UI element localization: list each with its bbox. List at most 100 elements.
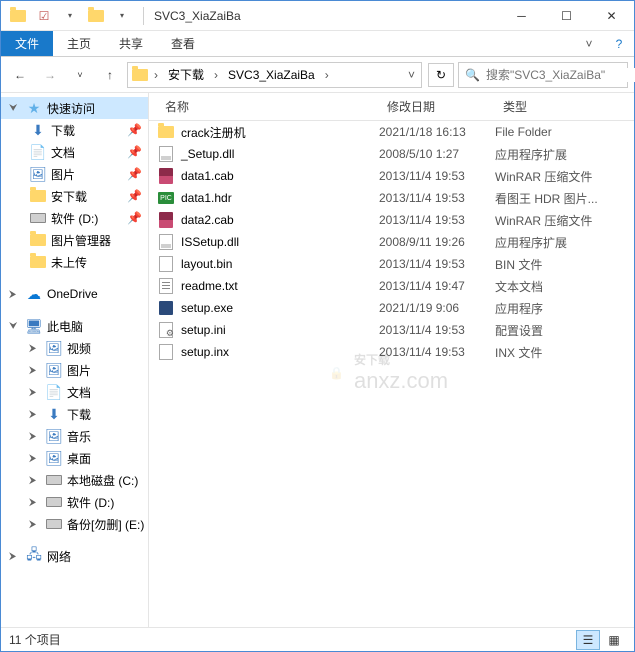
breadcrumb-chevron-icon[interactable]: › bbox=[210, 63, 222, 87]
tree-item[interactable]: ⬇下载📌 bbox=[1, 119, 148, 141]
search-icon: 🔍 bbox=[465, 68, 480, 82]
tree-item[interactable]: ⮞🖼图片 bbox=[1, 359, 148, 381]
tree-label: 本地磁盘 (C:) bbox=[67, 472, 138, 489]
tab-file[interactable]: 文件 bbox=[1, 31, 53, 56]
maximize-button[interactable]: ☐ bbox=[544, 1, 589, 31]
back-button[interactable]: ← bbox=[7, 62, 33, 88]
expand-icon[interactable]: ⮞ bbox=[29, 453, 41, 464]
search-input[interactable] bbox=[486, 68, 635, 82]
tree-quick-access[interactable]: ⮟ ★ 快速访问 bbox=[1, 97, 148, 119]
img-icon: 🖼 bbox=[45, 427, 63, 445]
column-type[interactable]: 类型 bbox=[495, 93, 634, 120]
tree-item[interactable]: 📄文档📌 bbox=[1, 141, 148, 163]
file-type: WinRAR 压缩文件 bbox=[495, 212, 634, 229]
dll-icon bbox=[157, 233, 175, 251]
lock-icon: 🔒 bbox=[329, 366, 344, 380]
pin-icon: 📌 bbox=[127, 145, 148, 159]
expand-icon[interactable]: ⮞ bbox=[29, 365, 41, 376]
close-button[interactable]: ✕ bbox=[589, 1, 634, 31]
breadcrumb-root-chevron-icon[interactable]: › bbox=[150, 63, 162, 87]
file-date: 2021/1/19 9:06 bbox=[379, 301, 495, 315]
file-row[interactable]: data2.cab2013/11/4 19:53WinRAR 压缩文件 bbox=[149, 209, 634, 231]
tree-label: 文档 bbox=[51, 144, 75, 161]
file-row[interactable]: PICdata1.hdr2013/11/4 19:53看图王 HDR 图片... bbox=[149, 187, 634, 209]
help-icon[interactable]: ? bbox=[604, 31, 634, 56]
file-row[interactable]: _Setup.dll2008/5/10 1:27应用程序扩展 bbox=[149, 143, 634, 165]
view-icons-button[interactable]: ▦ bbox=[602, 630, 626, 650]
pic-icon: PIC bbox=[157, 189, 175, 207]
qat-dropdown-icon[interactable]: ▾ bbox=[59, 5, 81, 27]
collapse-icon[interactable]: ⮟ bbox=[9, 103, 21, 114]
expand-icon[interactable]: ⮞ bbox=[9, 289, 21, 300]
address-dropdown-icon[interactable]: ˅ bbox=[404, 63, 419, 87]
expand-icon[interactable]: ⮞ bbox=[29, 519, 41, 530]
expand-icon[interactable]: ⮞ bbox=[29, 409, 41, 420]
minimize-button[interactable]: ─ bbox=[499, 1, 544, 31]
ribbon-expand-icon[interactable]: ˅ bbox=[574, 31, 604, 56]
up-button[interactable]: ↑ bbox=[97, 62, 123, 88]
column-name[interactable]: 名称 bbox=[149, 93, 379, 120]
folder-icon[interactable] bbox=[7, 5, 29, 27]
refresh-button[interactable]: ↻ bbox=[428, 63, 454, 87]
file-row[interactable]: ISSetup.dll2008/9/11 19:26应用程序扩展 bbox=[149, 231, 634, 253]
file-type: INX 文件 bbox=[495, 344, 634, 361]
collapse-icon[interactable]: ⮟ bbox=[9, 321, 21, 332]
breadcrumb-chevron-icon[interactable]: › bbox=[321, 63, 333, 87]
tree-item[interactable]: ⮞📄文档 bbox=[1, 381, 148, 403]
forward-button[interactable]: → bbox=[37, 62, 63, 88]
star-icon: ★ bbox=[25, 99, 43, 117]
address-bar[interactable]: › 安下载 › SVC3_XiaZaiBa › ˅ bbox=[127, 62, 422, 88]
search-box[interactable]: 🔍 bbox=[458, 62, 628, 88]
file-row[interactable]: readme.txt2013/11/4 19:47文本文档 bbox=[149, 275, 634, 297]
img-icon: 🖼 bbox=[29, 165, 47, 183]
file-list[interactable]: 🔒 安下载 anxz.com crack注册机2021/1/18 16:13Fi… bbox=[149, 121, 634, 627]
tree-onedrive[interactable]: ⮞ ☁ OneDrive bbox=[1, 283, 148, 305]
tree-label: 此电脑 bbox=[47, 318, 83, 335]
recent-dropdown-icon[interactable]: ˅ bbox=[67, 62, 93, 88]
img-icon: 🖼 bbox=[45, 449, 63, 467]
qat-customize-icon[interactable]: ▾ bbox=[111, 5, 133, 27]
file-row[interactable]: setup.ini2013/11/4 19:53配置设置 bbox=[149, 319, 634, 341]
navigation-tree[interactable]: ⮟ ★ 快速访问 ⬇下载📌📄文档📌🖼图片📌安下载📌软件 (D:)📌图片管理器未上… bbox=[1, 93, 149, 627]
tree-item[interactable]: ⮞软件 (D:) bbox=[1, 491, 148, 513]
file-row[interactable]: data1.cab2013/11/4 19:53WinRAR 压缩文件 bbox=[149, 165, 634, 187]
separator bbox=[143, 7, 144, 25]
expand-icon[interactable]: ⮞ bbox=[29, 431, 41, 442]
new-folder-icon[interactable] bbox=[85, 5, 107, 27]
tree-item[interactable]: 安下载📌 bbox=[1, 185, 148, 207]
exe-icon bbox=[157, 299, 175, 317]
tree-item[interactable]: 软件 (D:)📌 bbox=[1, 207, 148, 229]
rar-icon bbox=[157, 211, 175, 229]
expand-icon[interactable]: ⮞ bbox=[29, 497, 41, 508]
tree-this-pc[interactable]: ⮟ 🖥 此电脑 bbox=[1, 315, 148, 337]
file-row[interactable]: layout.bin2013/11/4 19:53BIN 文件 bbox=[149, 253, 634, 275]
breadcrumb-seg-1[interactable]: SVC3_XiaZaiBa bbox=[222, 63, 321, 87]
breadcrumb-seg-0[interactable]: 安下载 bbox=[162, 63, 210, 87]
tree-item[interactable]: 图片管理器 bbox=[1, 229, 148, 251]
file-name: setup.exe bbox=[181, 301, 233, 315]
tree-label: 下载 bbox=[51, 122, 75, 139]
file-row[interactable]: setup.exe2021/1/19 9:06应用程序 bbox=[149, 297, 634, 319]
properties-icon[interactable]: ☑ bbox=[33, 5, 55, 27]
tree-item[interactable]: ⮞🖼音乐 bbox=[1, 425, 148, 447]
tree-item[interactable]: ⮞ 本地磁盘 (C:) bbox=[1, 469, 148, 491]
tab-home[interactable]: 主页 bbox=[53, 31, 105, 56]
tree-item[interactable]: ⮞🖼桌面 bbox=[1, 447, 148, 469]
expand-icon[interactable]: ⮞ bbox=[29, 387, 41, 398]
tree-item[interactable]: ⮞备份[勿删] (E:) bbox=[1, 513, 148, 535]
tab-share[interactable]: 共享 bbox=[105, 31, 157, 56]
expand-icon[interactable]: ⮞ bbox=[29, 343, 41, 354]
view-details-button[interactable]: ☰ bbox=[576, 630, 600, 650]
file-row[interactable]: setup.inx2013/11/4 19:53INX 文件 bbox=[149, 341, 634, 363]
tab-view[interactable]: 查看 bbox=[157, 31, 209, 56]
expand-icon[interactable]: ⮞ bbox=[29, 475, 41, 486]
file-row[interactable]: crack注册机2021/1/18 16:13File Folder bbox=[149, 121, 634, 143]
tree-item[interactable]: ⮞⬇下载 bbox=[1, 403, 148, 425]
file-type: 看图王 HDR 图片... bbox=[495, 190, 634, 207]
column-date[interactable]: 修改日期 bbox=[379, 93, 495, 120]
tree-item[interactable]: 未上传 bbox=[1, 251, 148, 273]
tree-network[interactable]: ⮞ 🖧 网络 bbox=[1, 545, 148, 567]
tree-item[interactable]: 🖼图片📌 bbox=[1, 163, 148, 185]
expand-icon[interactable]: ⮞ bbox=[9, 551, 21, 562]
tree-item[interactable]: ⮞🖼视频 bbox=[1, 337, 148, 359]
